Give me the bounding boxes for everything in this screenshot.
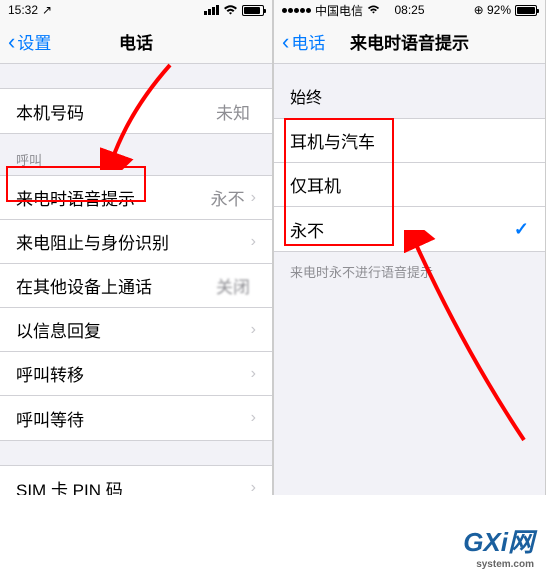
row-label: 来电时语音提示 [16, 185, 211, 210]
row-label: 来电阻止与身份识别 [16, 229, 251, 254]
location-indicator: ↗ [42, 3, 52, 17]
option-headphones-car[interactable]: 耳机与汽车 [274, 119, 545, 163]
row-value: 永不 [211, 185, 245, 210]
footer-text: 来电时永不进行语音提示 [274, 252, 545, 291]
chevron-right-icon: › [251, 479, 256, 495]
phone-screen-right: 中国电信 08:25 ⊕ 92% ‹ 电话 来电时语音提示 始终 耳机与汽车 仅… [274, 0, 545, 495]
chevron-right-icon: › [251, 409, 256, 427]
watermark: GXi网 system.com [463, 522, 534, 570]
chevron-left-icon: ‹ [282, 31, 289, 53]
section-header: 始终 [274, 64, 545, 118]
wifi-icon [223, 5, 238, 16]
status-bar: 15:32 ↗ [0, 0, 272, 20]
wifi-icon [367, 5, 380, 15]
chevron-right-icon: › [251, 365, 256, 383]
option-label: 永不 [290, 217, 529, 242]
nav-bar: ‹ 设置 电话 [0, 20, 272, 64]
carrier-label: 中国电信 [315, 2, 363, 19]
row-my-number[interactable]: 本机号码 未知 [0, 89, 272, 133]
option-label: 耳机与汽车 [290, 128, 529, 153]
nav-bar: ‹ 电话 来电时语音提示 [274, 20, 545, 64]
row-sim-pin[interactable]: SIM 卡 PIN 码 › [0, 466, 272, 495]
row-label: 在其他设备上通话 [16, 273, 216, 298]
row-label: 呼叫等待 [16, 406, 251, 431]
status-bar: 中国电信 08:25 ⊕ 92% [274, 0, 545, 20]
option-label: 仅耳机 [290, 172, 529, 197]
status-time: 15:32 [8, 3, 38, 17]
back-label: 设置 [17, 29, 51, 54]
row-waiting[interactable]: 呼叫等待 › [0, 396, 272, 440]
status-time: 08:25 [394, 3, 424, 17]
phone-screen-left: 15:32 ↗ ‹ 设置 电话 本机号码 未知 呼叫 [0, 0, 272, 495]
row-label: SIM 卡 PIN 码 [16, 476, 251, 496]
row-label: 呼叫转移 [16, 361, 251, 386]
page-title: 电话 [119, 29, 153, 54]
row-announce-calls[interactable]: 来电时语音提示 永不 › [0, 176, 272, 220]
back-button[interactable]: ‹ 设置 [8, 29, 51, 54]
signal-icon [282, 8, 311, 13]
battery-icon [242, 5, 264, 16]
row-label: 本机号码 [16, 99, 216, 124]
signal-icon [204, 5, 219, 15]
chevron-left-icon: ‹ [8, 31, 15, 53]
row-block-id[interactable]: 来电阻止与身份识别 › [0, 220, 272, 264]
page-title: 来电时语音提示 [350, 29, 469, 54]
option-headphones-only[interactable]: 仅耳机 [274, 163, 545, 207]
chevron-right-icon: › [251, 321, 256, 339]
chevron-right-icon: › [251, 233, 256, 251]
option-never[interactable]: 永不 ✓ [274, 207, 545, 251]
back-label: 电话 [291, 29, 325, 54]
back-button[interactable]: ‹ 电话 [282, 29, 325, 54]
row-other-devices[interactable]: 在其他设备上通话 关闭 [0, 264, 272, 308]
chevron-right-icon: › [251, 189, 256, 207]
section-header-calls: 呼叫 [0, 134, 272, 175]
row-label: 以信息回复 [16, 317, 251, 342]
battery-percent: ⊕ 92% [474, 3, 511, 17]
row-value: 未知 [216, 99, 250, 124]
row-forwarding[interactable]: 呼叫转移 › [0, 352, 272, 396]
battery-icon [515, 5, 537, 16]
row-value: 关闭 [216, 273, 250, 298]
checkmark-icon: ✓ [514, 219, 529, 240]
row-respond-text[interactable]: 以信息回复 › [0, 308, 272, 352]
